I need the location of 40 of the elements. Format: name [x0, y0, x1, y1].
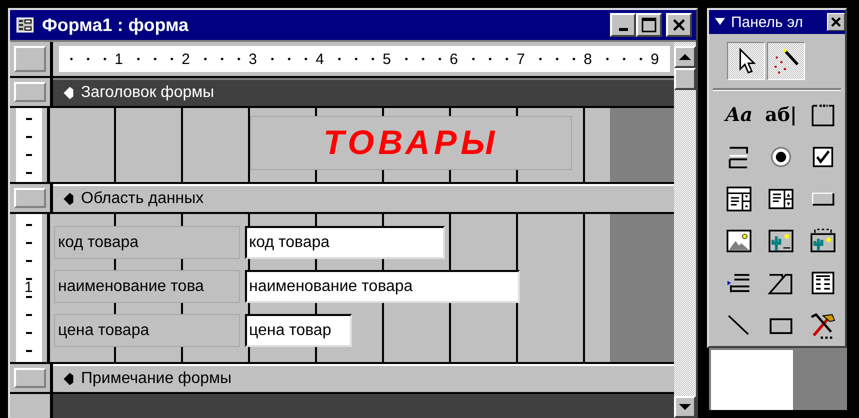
- vertical-scrollbar[interactable]: [674, 42, 696, 418]
- section-selector[interactable]: [14, 188, 46, 208]
- form-selector[interactable]: [14, 46, 46, 72]
- toolbox-title: Панель эл: [731, 14, 804, 30]
- field-label[interactable]: наименование това: [54, 270, 240, 303]
- text-field[interactable]: наименование товара: [245, 270, 520, 303]
- field-label[interactable]: цена товара: [54, 314, 240, 347]
- section-selector[interactable]: [14, 368, 46, 388]
- section-arrow-icon: [61, 86, 75, 100]
- section-selector[interactable]: [14, 82, 46, 102]
- close-button[interactable]: [666, 13, 692, 37]
- field-label[interactable]: код товара: [54, 226, 240, 259]
- label-tool[interactable]: Aa: [725, 104, 753, 126]
- window-title: Форма1 : форма: [42, 14, 190, 36]
- maximize-button[interactable]: [636, 13, 662, 37]
- text-field[interactable]: код товара: [245, 226, 445, 259]
- up-arrow-icon: [679, 53, 691, 61]
- minimize-icon: [618, 28, 628, 30]
- dropdown-arrow-icon[interactable]: [715, 18, 725, 26]
- section-title: Область данных: [81, 190, 204, 208]
- close-button[interactable]: [827, 13, 845, 31]
- empty-area: [795, 348, 847, 410]
- maximize-icon: [641, 17, 657, 33]
- section-title: Примечание формы: [81, 370, 232, 388]
- scroll-thumb[interactable]: [674, 68, 696, 90]
- close-icon: [830, 16, 842, 28]
- close-icon: [671, 17, 687, 33]
- hammer-wrench-icon[interactable]: [808, 310, 838, 340]
- scroll-up-button[interactable]: [674, 46, 696, 68]
- combo-box-icon[interactable]: [724, 184, 754, 214]
- section-arrow-icon: [61, 372, 75, 386]
- text-box-tool[interactable]: аб|: [765, 104, 797, 126]
- minimize-button[interactable]: [610, 13, 636, 37]
- scroll-down-button[interactable]: [674, 396, 696, 418]
- text-field[interactable]: цена товар: [245, 314, 352, 347]
- form-icon: [16, 17, 34, 33]
- section-arrow-icon: [61, 192, 75, 206]
- section-bar[interactable]: Заголовок формы: [53, 78, 674, 106]
- section-title: Заголовок формы: [81, 84, 214, 102]
- down-arrow-icon: [679, 403, 691, 411]
